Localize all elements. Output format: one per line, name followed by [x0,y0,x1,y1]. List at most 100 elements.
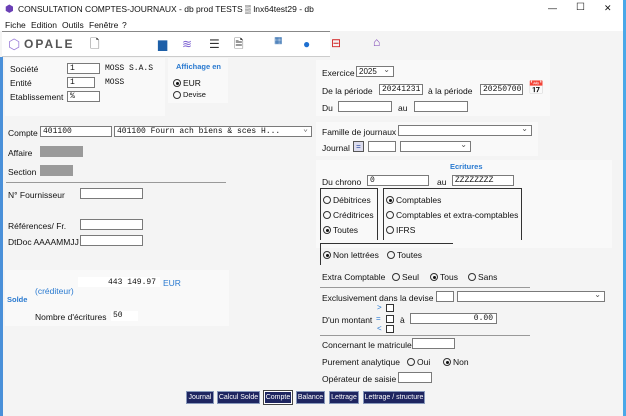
fournisseur-label: N° Fournisseur [8,190,65,200]
sens-creditrices-radio[interactable]: Créditrices [323,210,374,220]
type-extra-radio[interactable]: Comptables et extra-comptables [386,210,518,220]
dtdoc-input[interactable] [80,235,143,246]
sens-toutes-radio[interactable]: Toutes [323,225,358,235]
op-greater-checkbox[interactable] [386,304,394,312]
analytique-non-radio[interactable]: Non [443,357,469,367]
window-title: CONSULTATION COMPTES-JOURNAUX - db prod … [18,4,314,14]
periode-to-input[interactable]: 20250700 [480,84,523,95]
radio-checked-icon [430,273,438,281]
lettrage-non-lettrees-radio[interactable]: Non lettrées [323,250,379,260]
menu-edition[interactable]: Edition [31,20,57,30]
societe-input[interactable]: 1 [67,63,100,74]
analytique-oui-radio[interactable]: Oui [407,357,430,367]
periode-to-label: à la période [428,86,473,96]
fournisseur-input[interactable] [80,188,143,199]
balance-button[interactable]: Balance [296,391,325,404]
sens-debitrices-radio[interactable]: Débitrices [323,195,371,205]
radio-label: Sans [478,272,498,282]
search-document-icon[interactable]: 🗎 [234,37,244,51]
exit-icon[interactable]: ⊟ [331,36,341,50]
affichage-title: Affichage en [176,62,222,71]
devise-code-input[interactable] [436,291,454,302]
title-bar: ⬢ CONSULTATION COMPTES-JOURNAUX - db pro… [0,0,626,18]
menu-help[interactable]: ? [122,20,127,30]
au-input[interactable] [414,101,468,112]
affaire-field [40,146,83,157]
extra-sans-radio[interactable]: Sans [468,272,497,282]
references-input[interactable] [80,219,143,230]
extra-tous-radio[interactable]: Tous [430,272,458,282]
compte-input[interactable]: 401100 [40,126,112,137]
periode-from-input[interactable]: 20241231 [379,84,423,95]
solde-label: Solde [7,295,28,304]
calendar-grid-icon[interactable]: ▦ [274,33,283,47]
print-icon[interactable]: ▆ [158,37,167,51]
op-less-checkbox[interactable] [386,325,394,333]
montant-input[interactable]: 0.00 [410,313,497,324]
radio-checked-icon [323,226,331,234]
solde-currency: EUR [163,278,181,288]
home-icon[interactable]: ⌂ [373,35,380,49]
maximize-button[interactable]: ☐ [576,2,585,13]
op-less-label: < [377,324,382,333]
op-equal-label: = [376,314,381,323]
compte-button[interactable]: Compte [263,390,293,405]
lettrage-toutes-radio[interactable]: Toutes [387,250,422,260]
du-input[interactable] [338,101,392,112]
radio-icon [468,273,476,281]
journal-code-input[interactable] [368,141,396,152]
compte-select[interactable]: 401100 Fourn ach biens & sces H... [114,125,312,137]
close-button[interactable]: ✕ [604,3,612,14]
references-label: Références/ Fr. [8,221,67,231]
montant-a-label: à [400,315,405,325]
op-equal-checkbox[interactable] [386,315,394,323]
journal-button[interactable]: Journal [186,391,214,404]
help-toggle-icon[interactable]: ☰ [209,37,220,51]
radio-icon [386,211,394,219]
menu-outils[interactable]: Outils [62,20,84,30]
type-comptables-radio[interactable]: Comptables [386,195,441,205]
minimize-button[interactable]: — [548,3,557,13]
societe-label: Société [10,64,39,74]
radio-icon [387,251,395,259]
type-ifrs-radio[interactable]: IFRS [386,225,415,235]
entite-input[interactable]: 1 [67,77,95,88]
chrono-to-input[interactable]: ZZZZZZZZ [452,175,514,186]
lettrage-structure-button[interactable]: Lettrage / structure [363,391,425,404]
menu-fenetre[interactable]: Fenêtre [89,20,118,30]
operateur-label: Opérateur de saisie [322,374,397,384]
affichage-devise-radio[interactable]: Devise [173,90,206,99]
radio-label: Comptables [396,195,442,205]
radio-label: Non [453,357,469,367]
info-icon[interactable]: ● [303,37,310,51]
analytique-label: Purement analytique [322,357,400,367]
compte-label: Compte [8,128,38,138]
journal-select[interactable] [400,140,471,152]
affichage-eur-radio[interactable]: EUR [173,78,201,88]
layers-icon[interactable]: ≋ [182,37,192,51]
extra-seul-radio[interactable]: Seul [392,272,419,282]
separator [320,335,530,336]
menu-fiche[interactable]: Fiche [5,20,26,30]
lettrage-button[interactable]: Lettrage [329,391,359,404]
matricule-input[interactable] [412,338,455,349]
section-field [40,165,73,176]
radio-checked-icon [323,251,331,259]
radio-label: Débitrices [333,195,371,205]
exercice-select[interactable]: 2025 [356,65,394,77]
dtdoc-label: DtDoc AAAAMMJJ [8,237,79,247]
radio-label: Oui [417,357,431,367]
separator [6,182,226,183]
new-document-icon[interactable]: 🗋 [90,37,100,51]
operateur-input[interactable] [398,372,432,383]
devise-select[interactable] [457,290,605,302]
etablissement-input[interactable]: % [67,91,100,102]
equals-icon[interactable]: = [353,141,364,152]
calendar-icon[interactable]: 📅 [528,81,544,95]
chrono-au-label: au [437,177,447,187]
chrono-from-input[interactable]: 0 [367,175,429,186]
calcul-solde-button[interactable]: Calcul Solde [217,391,260,404]
op-greater-label: > [377,303,382,312]
window-frame-left [0,57,3,416]
famille-select[interactable] [398,124,532,136]
